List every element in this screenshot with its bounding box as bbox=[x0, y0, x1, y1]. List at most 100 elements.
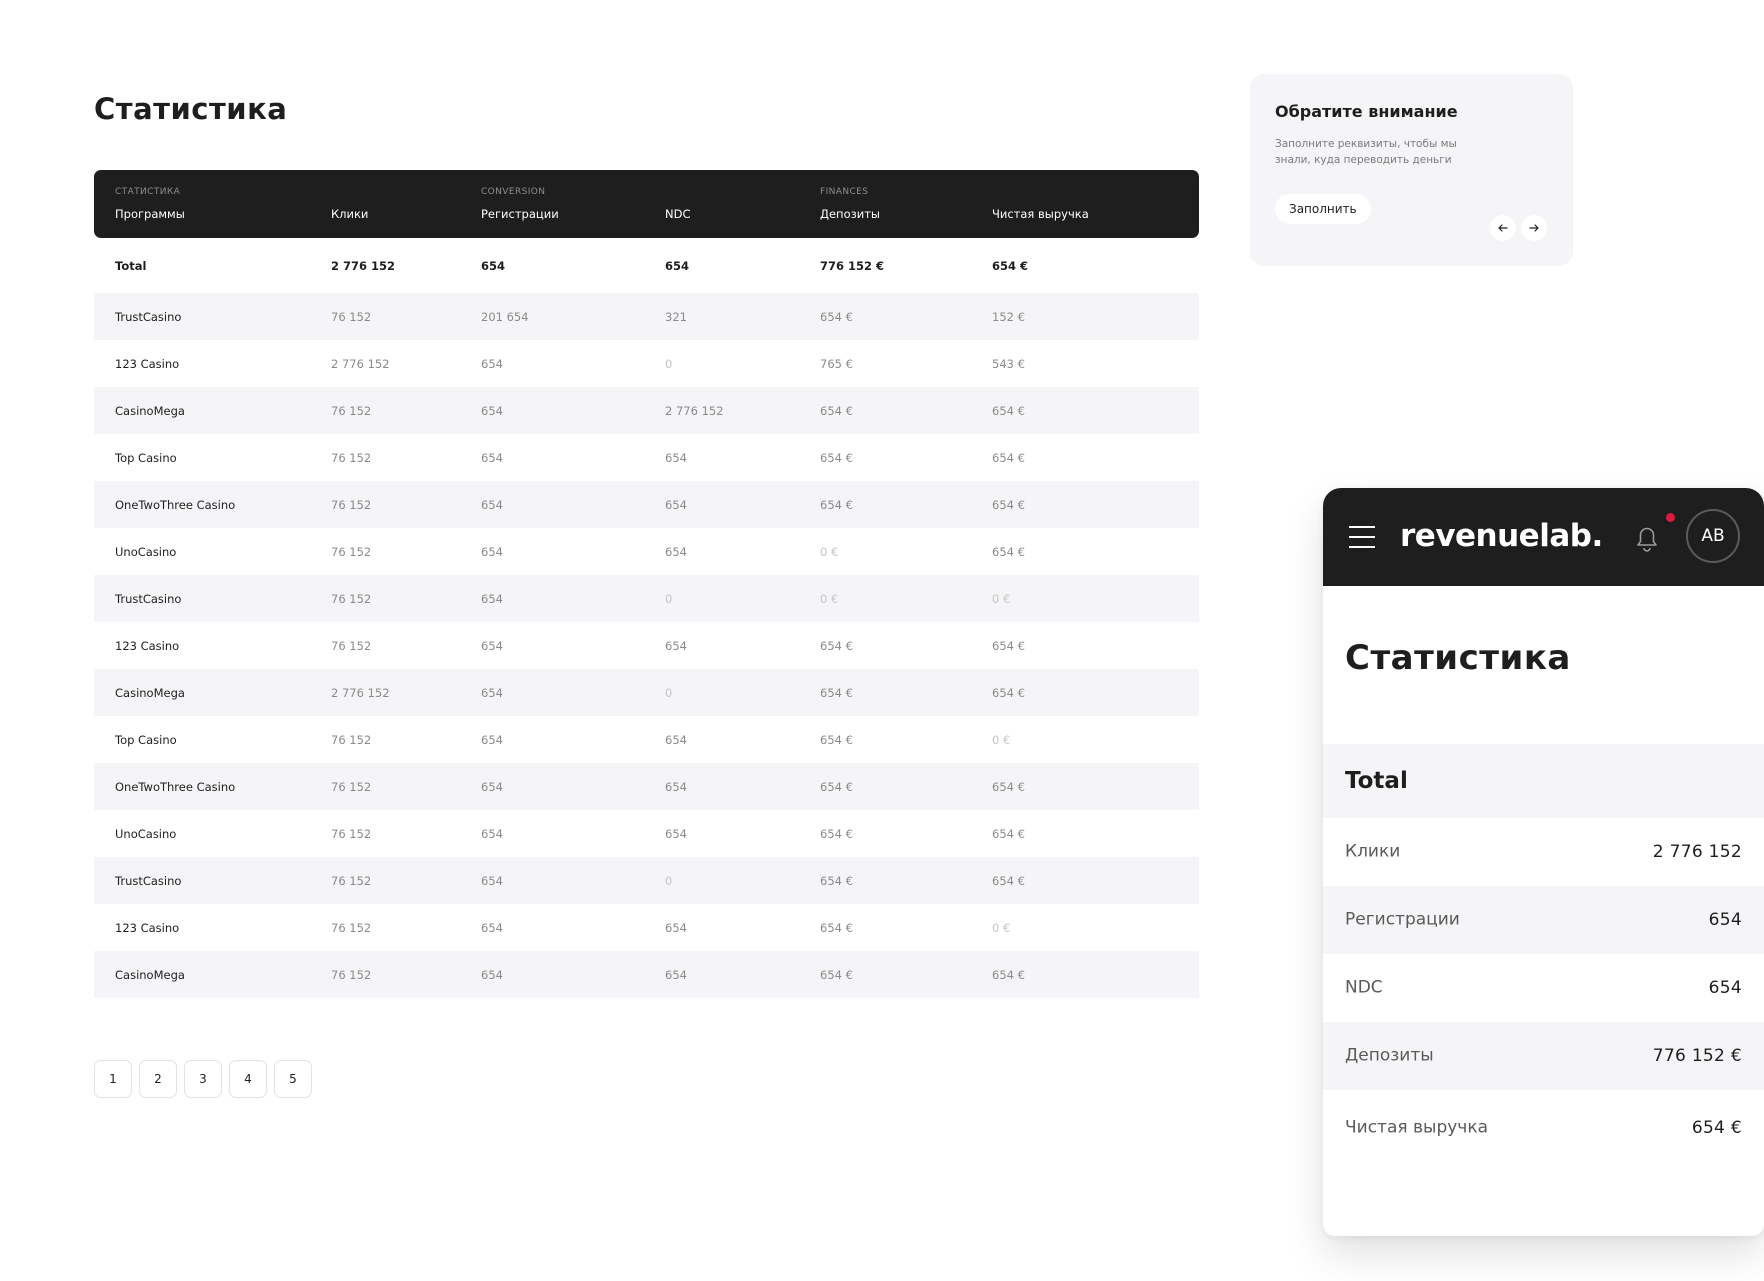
table-row[interactable]: CasinoMega 2 776 152 654 0 654 € 654 € bbox=[94, 669, 1199, 716]
mobile-stat-label: Регистрации bbox=[1345, 909, 1460, 930]
group-label-stats: СТАТИСТИКА bbox=[115, 187, 181, 197]
table-row[interactable]: UnoCasino 76 152 654 654 654 € 654 € bbox=[94, 810, 1199, 857]
mobile-stat-label: Депозиты bbox=[1345, 1045, 1434, 1066]
bell-icon[interactable] bbox=[1632, 522, 1662, 554]
table-row[interactable]: 123 Casino 76 152 654 654 654 € 0 € bbox=[94, 904, 1199, 951]
mobile-stat-row: NDC 654 bbox=[1323, 954, 1764, 1022]
ndc-cell: 654 bbox=[665, 450, 687, 465]
total-ndc: 654 bbox=[665, 258, 690, 273]
table-header: СТАТИСТИКА CONVERSION FINANCES Программы… bbox=[94, 170, 1199, 238]
program-name: CasinoMega bbox=[115, 403, 185, 418]
ndc-cell: 0 bbox=[665, 685, 673, 700]
column-header-clicks[interactable]: Клики bbox=[331, 207, 368, 221]
ndc-cell: 0 bbox=[665, 591, 673, 606]
column-header-registrations[interactable]: Регистрации bbox=[481, 207, 559, 221]
mobile-stat-label: Клики bbox=[1345, 841, 1401, 862]
clicks-cell: 2 776 152 bbox=[331, 685, 390, 700]
net-revenue-cell: 654 € bbox=[992, 638, 1025, 653]
registrations-cell: 654 bbox=[481, 920, 503, 935]
registrations-cell: 654 bbox=[481, 685, 503, 700]
hamburger-menu-icon[interactable] bbox=[1349, 526, 1375, 548]
mobile-stat-row: Чистая выручка 654 € bbox=[1323, 1094, 1764, 1162]
registrations-cell: 654 bbox=[481, 732, 503, 747]
deposits-cell: 654 € bbox=[820, 450, 853, 465]
table-row[interactable]: CasinoMega 76 152 654 2 776 152 654 € 654 € bbox=[94, 387, 1199, 434]
net-revenue-cell: 654 € bbox=[992, 450, 1025, 465]
column-header-ndc[interactable]: NDC bbox=[665, 207, 691, 221]
deposits-cell: 654 € bbox=[820, 638, 853, 653]
table-row[interactable]: Top Casino 76 152 654 654 654 € 654 € bbox=[94, 434, 1199, 481]
program-name: TrustCasino bbox=[115, 309, 182, 324]
total-clicks: 2 776 152 bbox=[331, 258, 396, 273]
program-name: UnoCasino bbox=[115, 544, 177, 559]
logo[interactable]: revenuelab. bbox=[1400, 518, 1603, 554]
registrations-cell: 654 bbox=[481, 403, 503, 418]
ndc-cell: 654 bbox=[665, 544, 687, 559]
net-revenue-cell: 654 € bbox=[992, 779, 1025, 794]
deposits-cell: 654 € bbox=[820, 967, 853, 982]
clicks-cell: 76 152 bbox=[331, 591, 372, 606]
table-row[interactable]: OneTwoThree Casino 76 152 654 654 654 € 654 € bbox=[94, 481, 1199, 528]
notice-text: Заполните реквизиты, чтобы мы знали, куд… bbox=[1275, 138, 1457, 166]
page-button-1[interactable]: 1 bbox=[94, 1060, 132, 1098]
clicks-cell: 76 152 bbox=[331, 779, 372, 794]
mobile-total-header: Total bbox=[1323, 744, 1764, 818]
program-name: OneTwoThree Casino bbox=[115, 779, 236, 794]
total-deposits: 776 152 € bbox=[820, 258, 885, 273]
table-row[interactable]: 123 Casino 76 152 654 654 654 € 654 € bbox=[94, 622, 1199, 669]
mobile-page-title: Статистика bbox=[1345, 638, 1571, 678]
clicks-cell: 2 776 152 bbox=[331, 356, 390, 371]
column-header-programs[interactable]: Программы bbox=[115, 207, 185, 221]
clicks-cell: 76 152 bbox=[331, 544, 372, 559]
page-button-5[interactable]: 5 bbox=[274, 1060, 312, 1098]
net-revenue-cell: 654 € bbox=[992, 497, 1025, 512]
mobile-stat-value: 2 776 152 bbox=[1652, 842, 1742, 862]
program-name: 123 Casino bbox=[115, 920, 180, 935]
page-button-3[interactable]: 3 bbox=[184, 1060, 222, 1098]
deposits-cell: 654 € bbox=[820, 685, 853, 700]
clicks-cell: 76 152 bbox=[331, 497, 372, 512]
ndc-cell: 0 bbox=[665, 356, 673, 371]
table-row[interactable]: CasinoMega 76 152 654 654 654 € 654 € bbox=[94, 951, 1199, 998]
net-revenue-cell: 0 € bbox=[992, 591, 1011, 606]
column-header-net-revenue[interactable]: Чистая выручка bbox=[992, 207, 1089, 221]
table-row[interactable]: 123 Casino 2 776 152 654 0 765 € 543 € bbox=[94, 340, 1199, 387]
page-button-4[interactable]: 4 bbox=[229, 1060, 267, 1098]
deposits-cell: 0 € bbox=[820, 544, 839, 559]
net-revenue-cell: 0 € bbox=[992, 920, 1011, 935]
program-name: Top Casino bbox=[115, 450, 177, 465]
ndc-cell: 0 bbox=[665, 873, 673, 888]
clicks-cell: 76 152 bbox=[331, 920, 372, 935]
table-row[interactable]: TrustCasino 76 152 201 654 321 654 € 152 € bbox=[94, 293, 1199, 340]
registrations-cell: 654 bbox=[481, 591, 503, 606]
table-row[interactable]: TrustCasino 76 152 654 0 0 € 0 € bbox=[94, 575, 1199, 622]
deposits-cell: 654 € bbox=[820, 873, 853, 888]
group-label-conversion: CONVERSION bbox=[481, 187, 546, 197]
registrations-cell: 654 bbox=[481, 356, 503, 371]
mobile-preview: revenuelab. AB Статистика Total Клики 2 … bbox=[1323, 488, 1764, 1236]
arrow-left-icon[interactable] bbox=[1490, 215, 1516, 241]
fill-details-button[interactable]: Заполнить bbox=[1275, 194, 1371, 224]
deposits-cell: 654 € bbox=[820, 732, 853, 747]
net-revenue-cell: 654 € bbox=[992, 967, 1025, 982]
avatar[interactable]: AB bbox=[1686, 509, 1740, 563]
net-revenue-cell: 152 € bbox=[992, 309, 1025, 324]
program-name: TrustCasino bbox=[115, 591, 182, 606]
registrations-cell: 654 bbox=[481, 873, 503, 888]
total-label: Total bbox=[115, 258, 147, 273]
notification-dot bbox=[1666, 513, 1675, 522]
table-row[interactable]: UnoCasino 76 152 654 654 0 € 654 € bbox=[94, 528, 1199, 575]
total-net-revenue: 654 € bbox=[992, 258, 1029, 273]
net-revenue-cell: 0 € bbox=[992, 732, 1011, 747]
program-name: CasinoMega bbox=[115, 685, 185, 700]
arrow-right-icon[interactable] bbox=[1521, 215, 1547, 241]
column-header-deposits[interactable]: Депозиты bbox=[820, 207, 880, 221]
ndc-cell: 2 776 152 bbox=[665, 403, 724, 418]
table-row[interactable]: OneTwoThree Casino 76 152 654 654 654 € 654 € bbox=[94, 763, 1199, 810]
mobile-stat-value: 654 € bbox=[1691, 1118, 1742, 1138]
table-row[interactable]: TrustCasino 76 152 654 0 654 € 654 € bbox=[94, 857, 1199, 904]
ndc-cell: 654 bbox=[665, 497, 687, 512]
ndc-cell: 654 bbox=[665, 779, 687, 794]
table-row[interactable]: Top Casino 76 152 654 654 654 € 0 € bbox=[94, 716, 1199, 763]
page-button-2[interactable]: 2 bbox=[139, 1060, 177, 1098]
